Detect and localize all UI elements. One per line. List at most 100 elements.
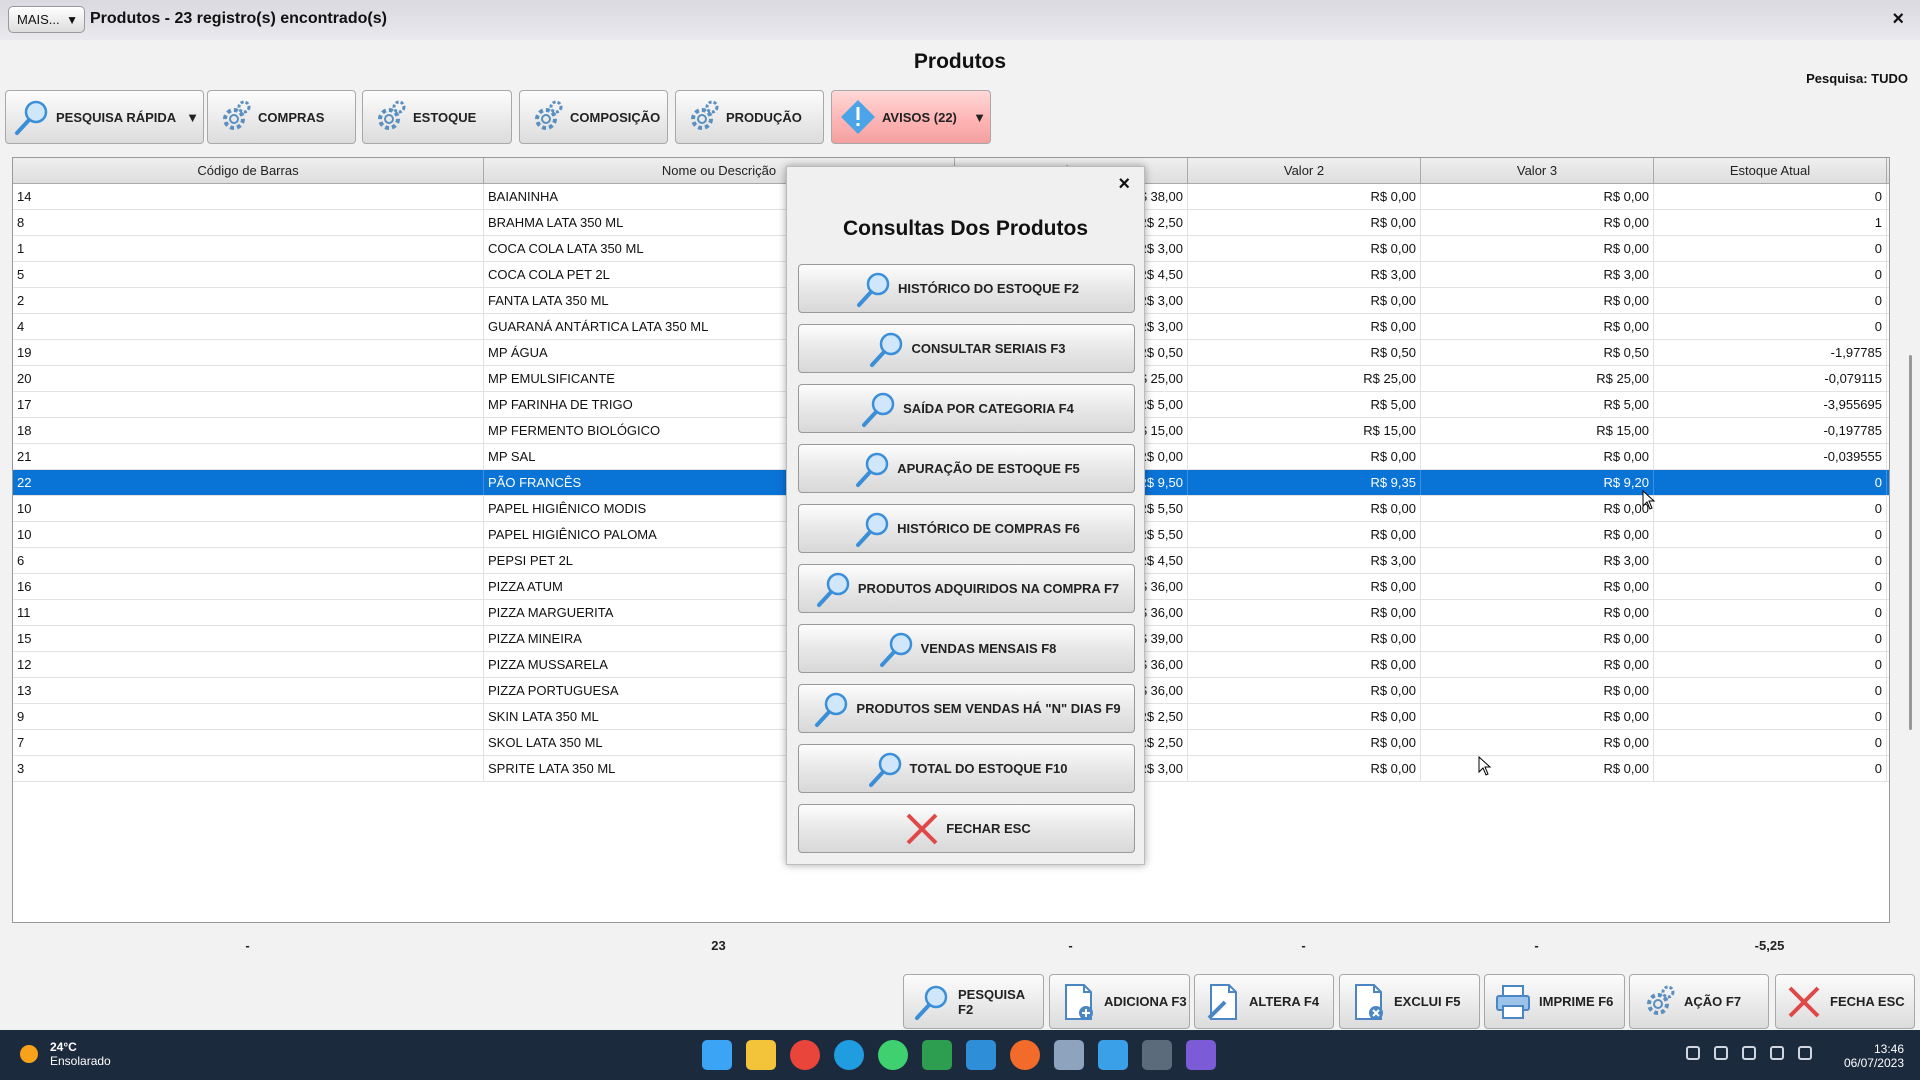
tray-icon[interactable] [1742,1046,1756,1060]
search-icon [868,752,901,787]
app-icon[interactable] [966,1040,996,1070]
bottom-a-o-f7-button[interactable]: AÇÃO F7 [1629,974,1769,1029]
windows-start-icon[interactable] [702,1040,732,1070]
column-header[interactable]: Valor 3 [1421,158,1654,183]
table-cell: 6 [13,548,484,573]
toolbar-button-label: COMPOSIÇÃO [570,109,661,125]
table-cell: -0,039555 [1654,444,1887,469]
defender-icon[interactable] [1714,1046,1728,1060]
chevron-down-icon[interactable]: ▼ [973,110,986,125]
modal-button-label: CONSULTAR SERIAIS F3 [911,341,1066,356]
spreadsheet-icon[interactable] [922,1040,952,1070]
modal-hist-rico-de-compras-f6-button[interactable]: HISTÓRICO DE COMPRAS F6 [798,504,1135,553]
modal-close-button[interactable]: × [1118,173,1130,196]
modal-hist-rico-do-estoque-f2-button[interactable]: HISTÓRICO DO ESTOQUE F2 [798,264,1135,313]
table-cell: R$ 0,00 [1421,444,1654,469]
table-cell: 0 [1654,652,1887,677]
gear-icon [223,100,251,130]
table-cell: 0 [1654,678,1887,703]
bottom-imprime-f6-button[interactable]: IMPRIME F6 [1484,974,1625,1029]
network-icon[interactable] [1770,1046,1784,1060]
table-cell: 10 [13,496,484,521]
modal-sa-da-por-categoria-f4-button[interactable]: SAÍDA POR CATEGORIA F4 [798,384,1135,433]
toolbar-composi-o-button[interactable]: COMPOSIÇÃO [519,90,668,144]
table-cell: 0 [1654,236,1887,261]
table-cell: R$ 5,00 [1188,392,1421,417]
bottom-adiciona-f3-button[interactable]: ADICIONA F3 [1049,974,1190,1029]
media-app-icon[interactable] [1186,1040,1216,1070]
chrome-icon[interactable] [790,1040,820,1070]
total-cell: - [1068,938,1073,953]
volume-icon[interactable] [1798,1046,1812,1060]
notepad-icon[interactable] [1098,1040,1128,1070]
table-cell: R$ 0,00 [1188,184,1421,209]
system-tray [1686,1046,1812,1060]
edge-icon[interactable] [834,1040,864,1070]
total-cell: - [1534,938,1539,953]
mouse-cursor-icon [1642,490,1656,510]
table-cell: 9 [13,704,484,729]
table-cell: 13 [13,678,484,703]
toolbar-avisos-22-button[interactable]: AVISOS (22) ▼ [831,90,991,144]
toolbar-produ-o-button[interactable]: PRODUÇÃO [675,90,824,144]
table-cell: R$ 0,00 [1188,678,1421,703]
table-cell: 0 [1654,288,1887,313]
warning-icon [841,100,875,134]
vertical-scrollbar[interactable] [1909,355,1912,730]
bottom-button-label: IMPRIME F6 [1539,994,1614,1009]
table-cell: 0 [1654,704,1887,729]
erp-app-icon[interactable] [1142,1040,1172,1070]
table-cell: R$ 0,00 [1421,626,1654,651]
table-cell: R$ 3,00 [1188,548,1421,573]
whatsapp-icon[interactable] [878,1040,908,1070]
table-cell: 0 [1654,756,1887,781]
settings-icon[interactable] [1054,1040,1084,1070]
bottom-altera-f4-button[interactable]: ALTERA F4 [1194,974,1334,1029]
tray-icon[interactable] [1686,1046,1700,1060]
firefox-icon[interactable] [1010,1040,1040,1070]
modal-vendas-mensais-f8-button[interactable]: VENDAS MENSAIS F8 [798,624,1135,673]
bottom-exclui-f5-button[interactable]: EXCLUI F5 [1339,974,1480,1029]
table-cell: R$ 0,00 [1421,600,1654,625]
toolbar-pesquisa-r-pida-button[interactable]: PESQUISA RÁPIDA ▼ [5,90,204,144]
table-cell: R$ 0,00 [1188,600,1421,625]
toolbar-button-label: PRODUÇÃO [726,109,802,125]
modal-button-label: PRODUTOS SEM VENDAS HÁ "N" DIAS F9 [856,701,1121,716]
chevron-down-icon[interactable]: ▼ [186,110,199,125]
modal-consultar-seriais-f3-button[interactable]: CONSULTAR SERIAIS F3 [798,324,1135,373]
table-cell: R$ 25,00 [1188,366,1421,391]
modal-fechar-esc-button[interactable]: FECHAR ESC [798,804,1135,853]
window-close-button[interactable]: × [1892,8,1904,31]
modal-total-do-estoque-f10-button[interactable]: TOTAL DO ESTOQUE F10 [798,744,1135,793]
file-explorer-icon[interactable] [746,1040,776,1070]
weather-widget[interactable]: 24°C Ensolarado [20,1040,111,1068]
bottom-fecha-esc-button[interactable]: FECHA ESC [1775,974,1915,1029]
table-cell: R$ 0,50 [1188,340,1421,365]
totals-row: - 23 - - - -5,25 [12,938,1890,953]
column-header[interactable]: Valor 2 [1188,158,1421,183]
toolbar-estoque-button[interactable]: ESTOQUE [362,90,512,144]
system-clock[interactable]: 13:46 06/07/2023 [1844,1042,1904,1070]
column-header[interactable]: Estoque Atual [1654,158,1887,183]
table-cell: R$ 0,00 [1188,574,1421,599]
search-icon [15,100,48,135]
table-cell: R$ 0,50 [1421,340,1654,365]
consultas-modal: × Consultas Dos Produtos HISTÓRICO DO ES… [786,166,1145,865]
table-cell: 0 [1654,548,1887,573]
bottom-button-label: AÇÃO F7 [1684,994,1742,1009]
modal-button-label: HISTÓRICO DE COMPRAS F6 [897,521,1080,536]
search-icon [856,272,890,307]
search-scope-label: Pesquisa: TUDO [1806,71,1908,86]
modal-apura-o-de-estoque-f5-button[interactable]: APURAÇÃO DE ESTOQUE F5 [798,444,1135,493]
chevron-down-icon: ▼ [66,12,78,27]
modal-produtos-adquiridos-na-compra-f7-button[interactable]: PRODUTOS ADQUIRIDOS NA COMPRA F7 [798,564,1135,613]
bottom-pesquisa-f2-button[interactable]: PESQUISA F2 [903,974,1044,1029]
table-cell: 1 [1654,210,1887,235]
table-cell: R$ 0,00 [1188,496,1421,521]
toolbar-compras-button[interactable]: COMPRAS [207,90,356,144]
search-icon [816,572,850,607]
modal-produtos-sem-vendas-h-n-dias-f9-button[interactable]: PRODUTOS SEM VENDAS HÁ "N" DIAS F9 [798,684,1135,733]
column-header[interactable]: Código de Barras [13,158,484,183]
more-dropdown[interactable]: MAIS... ▼ [8,6,85,33]
table-cell: R$ 0,00 [1421,678,1654,703]
